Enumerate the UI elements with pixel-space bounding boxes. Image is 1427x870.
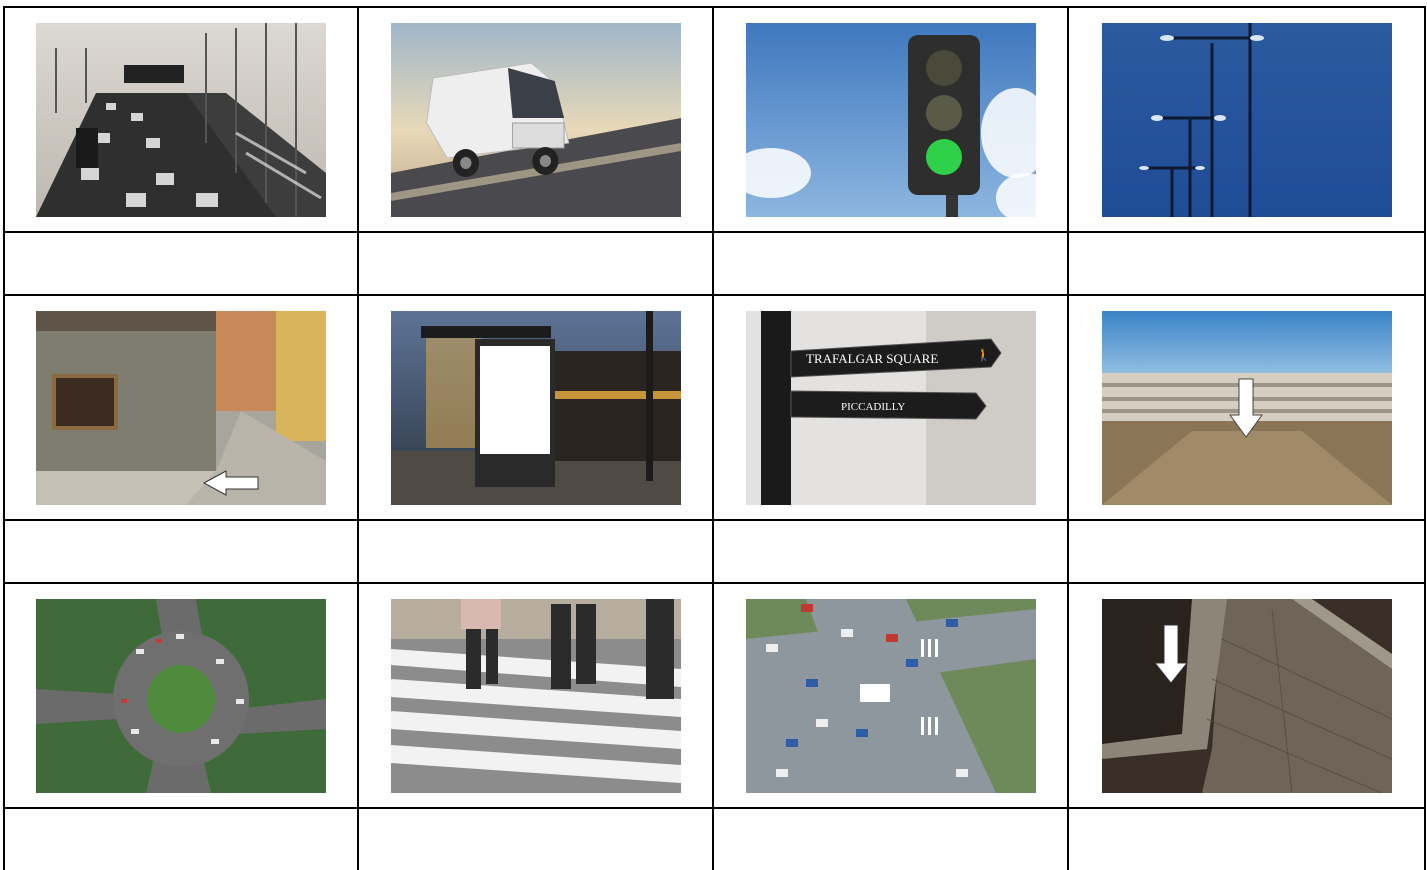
traffic-light-image	[745, 22, 1036, 217]
crossing-image	[390, 598, 681, 793]
caption-cell-4[interactable]	[1067, 231, 1426, 296]
caption-cell-10[interactable]	[357, 807, 714, 870]
bus-shelter-image	[390, 310, 681, 505]
caption-cell-6[interactable]	[357, 519, 714, 584]
cell-signpost: TRAFALGAR SQUARE PICCADILLY 🚶	[712, 294, 1069, 521]
cell-traffic-light	[712, 6, 1069, 233]
cell-motorway	[3, 6, 359, 233]
svg-text:🚶: 🚶	[976, 348, 991, 362]
roundabout-image	[36, 598, 326, 793]
picture-grid: TRAFALGAR SQUARE PICCADILLY 🚶	[3, 6, 1426, 870]
cell-street-corner	[3, 294, 359, 521]
picture-row-3	[3, 582, 1426, 809]
caption-row-1	[3, 231, 1426, 296]
street-corner-image	[36, 310, 326, 505]
caption-cell-12[interactable]	[1067, 807, 1426, 870]
caption-cell-11[interactable]	[712, 807, 1069, 870]
caption-cell-5[interactable]	[3, 519, 359, 584]
cell-bus-shelter	[357, 294, 714, 521]
cell-van	[357, 6, 714, 233]
cell-roundabout	[3, 582, 359, 809]
pavement-image	[1101, 598, 1392, 793]
caption-row-2	[3, 519, 1426, 584]
signpost-bottom-text: PICCADILLY	[841, 401, 905, 413]
signpost-top-text: TRAFALGAR SQUARE	[806, 351, 938, 366]
caption-cell-1[interactable]	[3, 231, 359, 296]
cell-crossing	[357, 582, 714, 809]
caption-cell-8[interactable]	[1067, 519, 1426, 584]
square-image	[1101, 310, 1392, 505]
cell-crossroads	[712, 582, 1069, 809]
street-lamps-image	[1101, 22, 1392, 217]
cell-square	[1067, 294, 1426, 521]
caption-cell-7[interactable]	[712, 519, 1069, 584]
worksheet: TRAFALGAR SQUARE PICCADILLY 🚶	[3, 6, 1426, 870]
delivery-van-image	[390, 22, 681, 217]
picture-row-2: TRAFALGAR SQUARE PICCADILLY 🚶	[3, 294, 1426, 521]
cell-street-lamps	[1067, 6, 1426, 233]
cell-pavement	[1067, 582, 1426, 809]
caption-row-3	[3, 807, 1426, 870]
signpost-image: TRAFALGAR SQUARE PICCADILLY 🚶	[745, 310, 1036, 505]
caption-cell-9[interactable]	[3, 807, 359, 870]
motorway-traffic-image	[36, 22, 326, 217]
caption-cell-2[interactable]	[357, 231, 714, 296]
picture-row-1	[3, 6, 1426, 233]
caption-cell-3[interactable]	[712, 231, 1069, 296]
crossroads-image	[745, 598, 1036, 793]
